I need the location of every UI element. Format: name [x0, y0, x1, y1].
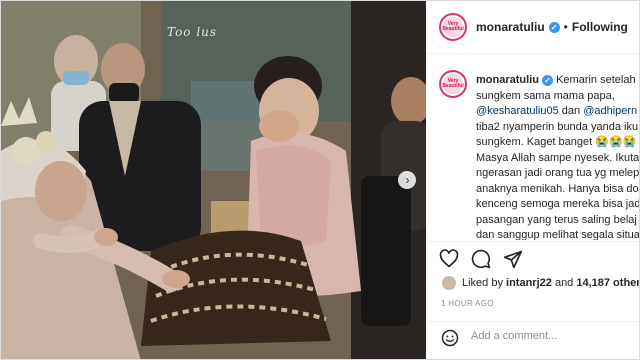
caption-line-4: tiba2 nyamperin bunda yanda iku — [476, 120, 639, 133]
header-user: monaratuliu ✓ • Following — [476, 20, 628, 34]
photo-illustration — [1, 1, 426, 359]
caption-line-7: ngerasan jadi orang tua yg melep — [476, 167, 640, 179]
caption-line-6: Masya Allah sampe nyesek. Ikuta — [476, 151, 640, 164]
mention-link[interactable]: @kesharatuliu05 — [476, 105, 559, 117]
instagram-post: Too lus › Very Beautiful monaratuliu ✓ •… — [0, 0, 640, 360]
photo-watermark: Too lus — [167, 25, 218, 39]
caption-line-8: anaknya menikah. Hanya bisa do — [476, 182, 639, 195]
comment-input[interactable] — [471, 330, 631, 342]
caption-text: monaratuliu ✓ Kemarin setelah sungkem sa… — [476, 73, 640, 240]
next-image-button[interactable]: › — [398, 171, 416, 189]
avatar[interactable]: Very Beautiful — [439, 13, 467, 41]
caption-avatar-text: Very Beautiful — [442, 78, 464, 89]
following-button[interactable]: Following — [572, 20, 628, 34]
likes-count[interactable]: 14,187 others — [576, 277, 639, 289]
caption-avatar[interactable]: Very Beautiful — [439, 70, 467, 98]
post-side-panel: Very Beautiful monaratuliu ✓ • Following… — [427, 1, 640, 359]
verified-icon: ✓ — [548, 21, 560, 33]
mention-link[interactable]: @adhipern — [583, 105, 637, 117]
heart-icon[interactable] — [439, 249, 459, 269]
caption-line-10: pasangan yang terus saling belaj — [476, 213, 637, 226]
likes-middle: and — [551, 277, 577, 289]
caption-connector: dan — [558, 105, 584, 117]
smiley-icon[interactable] — [441, 329, 459, 347]
caption-line-2: sungkem sama mama papa, — [476, 89, 615, 102]
post-photo[interactable]: Too lus › — [1, 1, 426, 359]
likes-prefix: Liked by — [462, 277, 507, 289]
caption-verified-icon: ✓ — [542, 75, 554, 87]
caption-line-1: Kemarin setelah — [556, 74, 636, 86]
separator-dot: • — [563, 20, 568, 34]
caption-username[interactable]: monaratuliu — [476, 74, 539, 86]
avatar-text: Very Beautiful — [442, 21, 464, 32]
post-header: Very Beautiful monaratuliu ✓ • Following — [427, 1, 639, 54]
caption-line-5: sungkem. Kaget banget 😭😭😭 — [476, 136, 637, 148]
liker-avatar[interactable] — [441, 275, 457, 291]
chevron-right-icon: › — [405, 173, 410, 187]
comment-icon[interactable] — [471, 249, 491, 269]
share-icon[interactable] — [503, 249, 523, 269]
caption-line-9: kenceng semoga mereka bisa jad — [476, 198, 640, 210]
caption-line-11: dan sanggup melihat segala situa — [476, 229, 640, 240]
liker-username[interactable]: intanrj22 — [506, 277, 552, 289]
likes-summary: Liked by intanrj22 and 14,187 others — [441, 275, 639, 291]
post-timestamp[interactable]: 1 HOUR AGO — [441, 299, 494, 308]
comment-box — [427, 321, 639, 353]
header-username[interactable]: monaratuliu — [476, 20, 545, 34]
likes-text[interactable]: Liked by intanrj22 and 14,187 others — [462, 277, 639, 289]
post-actions: Liked by intanrj22 and 14,187 others 1 H… — [427, 241, 639, 353]
caption-area: Very Beautiful monaratuliu ✓ Kemarin set… — [427, 54, 640, 240]
